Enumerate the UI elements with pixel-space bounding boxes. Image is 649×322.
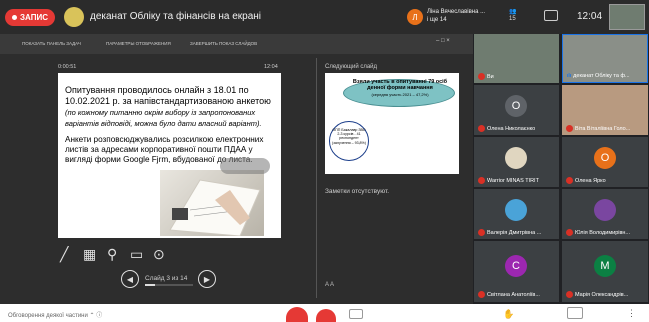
all-slides-icon[interactable]: ▦	[83, 246, 96, 263]
next-slide-label: Следующий слайд	[325, 64, 378, 70]
participant-name-1: деканат Обліку та ф...	[573, 73, 630, 79]
participant-name-0: Ви	[487, 73, 494, 80]
participant-avatar-7	[594, 199, 616, 221]
participants-button[interactable]: 👥 15	[509, 9, 516, 23]
participant-tile-0[interactable]: Ви	[474, 34, 559, 83]
next-slide-title-text: Взяли участь в опитуванні 79 осіб денної…	[352, 79, 448, 92]
toolbar-show-taskbar[interactable]: ПОКАЗАТЬ ПАНЕЛЬ ЗАДАЧ	[22, 41, 81, 46]
participants-panel: Ви ılı деканат Обліку та ф... O Олена Ник…	[473, 34, 649, 304]
participant-label-1: ılı деканат Обліку та ф...	[567, 73, 630, 79]
more-options-icon[interactable]: ⋮	[627, 308, 636, 319]
participant-avatar-9: M	[594, 255, 616, 277]
chat-icon[interactable]	[544, 10, 558, 21]
participant-tile-6[interactable]: Валерія Дмитрівна ...	[474, 189, 559, 239]
notes-font-size-control[interactable]: A A	[325, 282, 334, 288]
presenter-avatar[interactable]: Л	[407, 9, 423, 25]
slide-counter: Слайд 3 из 14	[145, 275, 188, 282]
presentation-timer: 0:00:51	[58, 64, 77, 70]
participant-label-6: Валерія Дмитрівна ...	[478, 229, 541, 236]
next-slide-title: Взяли участь в опитуванні 79 осіб денної…	[350, 79, 450, 98]
mic-off-icon	[478, 291, 485, 298]
participant-tile-7[interactable]: Юлія Володимирівн...	[562, 189, 648, 239]
mic-off-icon	[566, 177, 573, 184]
slide-paragraph-1-main: Опитування проводилось онлайн з 18.01 по…	[65, 85, 271, 106]
zoom-icon[interactable]: ⚲	[107, 246, 117, 263]
participant-name-5: Олена Ярко	[575, 177, 606, 184]
participant-avatar-2: O	[505, 95, 527, 117]
slide-paragraph-1: Опитування проводилось онлайн з 18.01 по…	[65, 85, 275, 129]
presenter-extra-text: і ще 14	[427, 17, 447, 23]
participant-tile-3[interactable]: Віта Віталіївна Голо...	[562, 85, 648, 135]
mic-toggle-button[interactable]	[286, 307, 308, 322]
participant-tile-4[interactable]: Warrior MINAS TIRIT	[474, 137, 559, 187]
participant-name-4: Warrior MINAS TIRIT	[487, 177, 539, 184]
present-screen-button[interactable]	[567, 307, 583, 319]
record-badge[interactable]: ЗАПИС	[5, 9, 55, 26]
raise-hand-icon[interactable]: ✋	[503, 309, 514, 320]
mic-off-icon	[478, 125, 485, 132]
participant-name-9: Марія Олександрів...	[575, 291, 629, 298]
next-slide-button[interactable]: ▶	[198, 270, 216, 288]
captions-button[interactable]	[349, 309, 363, 319]
meeting-title: деканат Обліку та фінансів на екрані	[90, 11, 261, 22]
next-slide-subtitle: (середня участь 2021 – 47,2%)	[371, 91, 429, 97]
participant-label-5: Олена Ярко	[566, 177, 606, 184]
previous-slide-button[interactable]: ◀	[121, 270, 139, 288]
participant-label-8: Світлана Анатоліїв...	[478, 291, 540, 298]
presenter-name[interactable]: Ліна Вячеславівна ... і ще 14	[427, 8, 487, 24]
participant-tile-9[interactable]: M Марія Олександрів...	[562, 241, 648, 302]
participant-tile-2[interactable]: O Олена Николаєнко	[474, 85, 559, 135]
mic-off-icon	[478, 177, 485, 184]
slide-paragraph-1-note: (по кожному питанню окрім вибору із запр…	[65, 108, 262, 128]
participant-label-9: Марія Олександрів...	[566, 291, 628, 298]
pane-divider[interactable]	[316, 58, 317, 298]
mic-off-icon	[566, 229, 573, 236]
mic-off-icon	[566, 125, 573, 132]
participant-label-0: Ви	[478, 73, 494, 80]
window-controls[interactable]: – □ ×	[436, 38, 450, 44]
screen-icon[interactable]: ▭	[130, 246, 143, 263]
meeting-avatar	[64, 7, 84, 27]
participant-name-7: Юлія Володимирівн...	[575, 229, 631, 236]
participant-label-3: Віта Віталіївна Голо...	[566, 125, 630, 132]
viewers-count: 15	[509, 16, 516, 22]
speaker-notes: Заметки отсутствуют.	[325, 188, 390, 195]
mic-off-icon	[478, 73, 485, 80]
meeting-details[interactable]: Обговорення деякої частини ⌃ ⓘ	[8, 310, 102, 319]
camera-toggle-button[interactable]	[316, 309, 336, 322]
participant-label-7: Юлія Володимирівн...	[566, 229, 630, 236]
slide-overlay-hint	[220, 158, 270, 174]
record-label: ЗАПИС	[20, 13, 48, 22]
participant-avatar-6	[505, 199, 527, 221]
record-dot-icon	[12, 15, 18, 20]
self-view-thumbnail[interactable]	[609, 4, 645, 30]
more-options-icon[interactable]: ⊙	[153, 246, 165, 263]
participant-tile-8[interactable]: С Світлана Анатоліїв...	[474, 241, 559, 302]
participant-avatar-5: O	[594, 147, 616, 169]
participant-tile-1[interactable]: ılı деканат Обліку та ф...	[562, 34, 648, 83]
participant-label-4: Warrior MINAS TIRIT	[478, 177, 539, 184]
participant-label-2: Олена Николаєнко	[478, 125, 535, 132]
audio-indicator-icon: ılı	[567, 73, 572, 79]
participant-name-6: Валерія Дмитрівна ...	[487, 229, 542, 236]
participant-tile-5[interactable]: O Олена Ярко	[562, 137, 648, 187]
presenter-name-text: Ліна Вячеславівна ...	[427, 9, 486, 15]
slide-photo-svg	[169, 179, 261, 236]
people-icon: 👥	[509, 9, 517, 15]
participant-name-8: Світлана Анатоліїв...	[487, 291, 540, 298]
toolbar-display-settings[interactable]: ПАРАМЕТРЫ ОТОБРАЖЕНИЯ	[106, 41, 171, 46]
toolbar-end-show[interactable]: ЗАВЕРШИТЬ ПОКАЗ СЛАЙДОВ	[190, 41, 257, 46]
presentation-clock: 12:04	[264, 64, 278, 70]
participant-name-3: Віта Віталіївна Голо...	[575, 125, 631, 132]
pen-tool-icon[interactable]: ╱	[60, 246, 68, 263]
slide-progress-fill	[145, 284, 155, 286]
participant-name-2: Олена Николаєнко	[487, 125, 536, 132]
clock: 12:04	[577, 11, 603, 22]
slide-photo	[160, 170, 264, 236]
next-slide-circle-text: ОПП Бакалавр ЗВО 2-3 курсів - 41 респонд…	[332, 128, 366, 145]
mic-off-icon	[566, 291, 573, 298]
participant-avatar-8: С	[505, 255, 527, 277]
mic-off-icon	[478, 229, 485, 236]
participant-avatar-4	[505, 147, 527, 169]
